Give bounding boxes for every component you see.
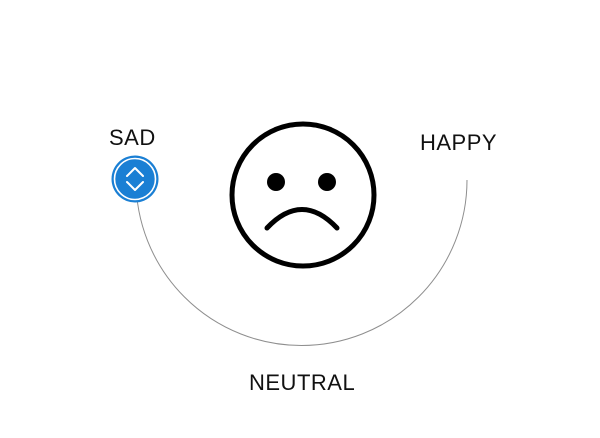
neutral-label: NEUTRAL [249,370,356,395]
mood-slider: SAD HAPPY NEUTRAL [0,0,600,438]
sad-face-icon [229,121,377,269]
happy-label: HAPPY [420,130,498,155]
sad-label: SAD [109,125,156,150]
mood-slider-handle[interactable] [110,154,160,204]
